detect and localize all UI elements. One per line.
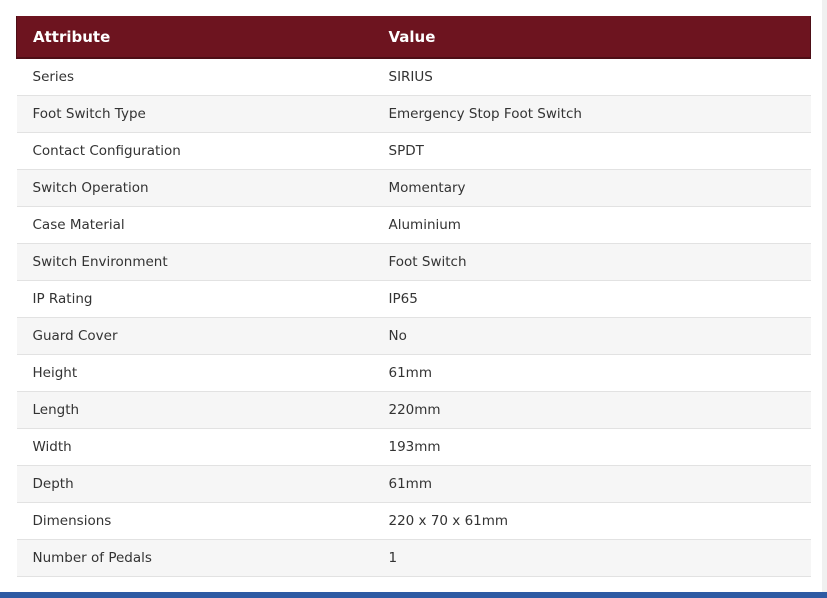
attribute-cell: Guard Cover — [16, 317, 373, 355]
attribute-cell: Height — [16, 354, 373, 392]
value-cell: SIRIUS — [372, 58, 811, 96]
header-value: Value — [372, 16, 811, 59]
attribute-cell: Switch Environment — [16, 243, 373, 281]
value-cell: Aluminium — [372, 206, 811, 244]
value-cell: 1 — [372, 539, 811, 577]
table-row: Switch Operation Momentary — [16, 169, 811, 207]
table-row: Number of Pedals 1 — [16, 539, 811, 577]
table-row: Length 220mm — [16, 391, 811, 429]
table-row: Width 193mm — [16, 428, 811, 466]
attribute-cell: Case Material — [16, 206, 373, 244]
table-row: Series SIRIUS — [16, 58, 811, 96]
specification-table: Attribute Value Series SIRIUS Foot Switc… — [16, 16, 811, 577]
attribute-cell: IP Rating — [16, 280, 373, 318]
value-cell: SPDT — [372, 132, 811, 170]
value-cell: IP65 — [372, 280, 811, 318]
table-header: Attribute Value — [16, 16, 811, 59]
table-row: Contact Configuration SPDT — [16, 132, 811, 170]
value-cell: 61mm — [372, 465, 811, 503]
attribute-cell: Length — [16, 391, 373, 429]
table-row: Guard Cover No — [16, 317, 811, 355]
bottom-accent-bar — [0, 592, 827, 598]
header-attribute: Attribute — [16, 16, 373, 59]
attribute-cell: Series — [16, 58, 373, 96]
value-cell: No — [372, 317, 811, 355]
header-row: Attribute Value — [16, 16, 811, 59]
table-row: IP Rating IP65 — [16, 280, 811, 318]
table-row: Foot Switch Type Emergency Stop Foot Swi… — [16, 95, 811, 133]
specification-table-container: Attribute Value Series SIRIUS Foot Switc… — [16, 16, 811, 577]
attribute-cell: Foot Switch Type — [16, 95, 373, 133]
value-cell: 61mm — [372, 354, 811, 392]
attribute-cell: Switch Operation — [16, 169, 373, 207]
table-row: Dimensions 220 x 70 x 61mm — [16, 502, 811, 540]
value-cell: 220 x 70 x 61mm — [372, 502, 811, 540]
attribute-cell: Dimensions — [16, 502, 373, 540]
table-body: Series SIRIUS Foot Switch Type Emergency… — [16, 58, 811, 577]
scrollbar-track[interactable] — [822, 0, 827, 592]
table-row: Case Material Aluminium — [16, 206, 811, 244]
attribute-cell: Depth — [16, 465, 373, 503]
attribute-cell: Width — [16, 428, 373, 466]
attribute-cell: Number of Pedals — [16, 539, 373, 577]
table-row: Depth 61mm — [16, 465, 811, 503]
value-cell: 220mm — [372, 391, 811, 429]
value-cell: 193mm — [372, 428, 811, 466]
value-cell: Foot Switch — [372, 243, 811, 281]
table-row: Switch Environment Foot Switch — [16, 243, 811, 281]
value-cell: Momentary — [372, 169, 811, 207]
table-row: Height 61mm — [16, 354, 811, 392]
attribute-cell: Contact Configuration — [16, 132, 373, 170]
value-cell: Emergency Stop Foot Switch — [372, 95, 811, 133]
